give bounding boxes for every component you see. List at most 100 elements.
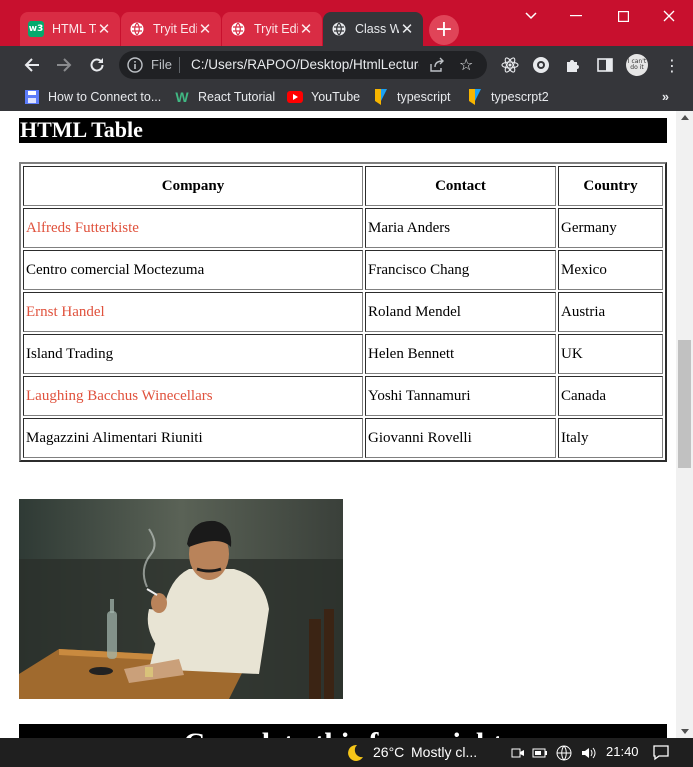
network-globe-icon[interactable]: [556, 745, 572, 761]
moon-weather-icon[interactable]: [345, 743, 365, 766]
bookmark-label: typescript: [397, 90, 451, 104]
address-bar[interactable]: File C:/Users/RAPOO/Desktop/HtmlLecture/…: [119, 51, 487, 79]
minimize-icon[interactable]: [561, 4, 591, 28]
new-tab-button[interactable]: +: [429, 15, 459, 45]
notification-icon[interactable]: [652, 743, 670, 764]
country-cell: Mexico: [558, 250, 663, 290]
close-icon[interactable]: ✕: [197, 20, 213, 38]
w-logo-icon: W: [175, 89, 189, 105]
contact-cell: Francisco Chang: [365, 250, 556, 290]
bookmark-item[interactable]: YouTube: [287, 88, 360, 106]
close-icon[interactable]: ✕: [399, 20, 415, 38]
table-row: Ernst Handel Roland Mendel Austria: [23, 292, 663, 332]
bookmark-flag-icon: [373, 89, 389, 105]
contact-cell: Yoshi Tannamuri: [365, 376, 556, 416]
bookmark-item[interactable]: How to Connect to...: [24, 88, 161, 106]
tab-title: Tryit Editor: [254, 22, 298, 36]
close-window-icon[interactable]: [654, 4, 684, 28]
back-icon[interactable]: [19, 52, 45, 78]
scroll-down-icon[interactable]: [681, 729, 689, 734]
tab-strip: w3 HTML Tables ✕ Tryit Editor ✕ Tryit Ed…: [0, 0, 693, 46]
country-cell: Italy: [558, 418, 663, 458]
country-cell: Austria: [558, 292, 663, 332]
more-bookmarks-icon[interactable]: »: [662, 88, 669, 106]
column-header: Country: [558, 166, 663, 206]
close-icon[interactable]: ✕: [298, 20, 314, 38]
close-icon[interactable]: ✕: [96, 20, 112, 38]
page-heading: HTML Table: [19, 118, 667, 143]
country-cell: UK: [558, 334, 663, 374]
reload-icon[interactable]: [84, 52, 110, 78]
tab-class-work[interactable]: Class Work ✕: [323, 12, 423, 46]
table-row: Laughing Bacchus Winecellars Yoshi Tanna…: [23, 376, 663, 416]
contact-cell: Roland Mendel: [365, 292, 556, 332]
scheme-label: File: [151, 57, 172, 72]
table-row: Magazzini Alimentari Riuniti Giovanni Ro…: [23, 418, 663, 458]
maximize-icon[interactable]: [608, 4, 638, 28]
tab-title: HTML Tables: [52, 22, 96, 36]
bookmark-label: YouTube: [311, 90, 361, 104]
company-cell: Magazzini Alimentari Riuniti: [23, 418, 363, 458]
forward-icon[interactable]: [51, 52, 77, 78]
company-table: Company Contact Country Alfreds Futterki…: [19, 162, 667, 462]
toolbar: File C:/Users/RAPOO/Desktop/HtmlLecture/…: [0, 46, 693, 84]
table-header-row: Company Contact Country: [23, 166, 663, 206]
page-viewport: HTML Table Company Contact Country Alfre…: [0, 111, 693, 738]
form-heading: Complete this form right: [19, 724, 667, 738]
bookmark-item[interactable]: typescript: [373, 88, 451, 106]
company-cell: Centro comercial Moctezuma: [23, 250, 363, 290]
share-icon[interactable]: [429, 57, 445, 77]
globe-icon: [129, 21, 145, 37]
divider: [179, 57, 180, 73]
contact-cell: Helen Bennett: [365, 334, 556, 374]
side-panel-icon[interactable]: [595, 55, 615, 75]
tab-tryit-editor-2[interactable]: Tryit Editor ✕: [222, 12, 322, 46]
extension-circle-icon[interactable]: [531, 55, 551, 75]
vertical-scrollbar[interactable]: [676, 111, 693, 738]
company-cell: Laughing Bacchus Winecellars: [23, 376, 363, 416]
table-row: Alfreds Futterkiste Maria Anders Germany: [23, 208, 663, 248]
url-text[interactable]: C:/Users/RAPOO/Desktop/HtmlLecture/class…: [191, 57, 419, 72]
table-row: Island Trading Helen Bennett UK: [23, 334, 663, 374]
profile-avatar[interactable]: I can't do it: [626, 54, 648, 76]
more-menu-icon[interactable]: ⋮: [662, 55, 682, 75]
clock[interactable]: 21:40: [606, 744, 639, 759]
react-devtools-icon[interactable]: [500, 55, 520, 75]
globe-icon: [331, 21, 347, 37]
company-cell: Ernst Handel: [23, 292, 363, 332]
globe-icon: [230, 21, 246, 37]
scroll-up-icon[interactable]: [681, 115, 689, 120]
bookmark-star-icon[interactable]: ☆: [459, 55, 473, 74]
bookmark-flag-icon: [467, 89, 483, 105]
tab-html-tables[interactable]: w3 HTML Tables ✕: [20, 12, 120, 46]
volume-icon[interactable]: [580, 745, 596, 761]
tab-title: Tryit Editor: [153, 22, 197, 36]
tab-tryit-editor-1[interactable]: Tryit Editor ✕: [121, 12, 221, 46]
temperature[interactable]: 26°C: [373, 744, 404, 760]
portrait-photo: [19, 499, 343, 699]
extensions-puzzle-icon[interactable]: [563, 55, 583, 75]
meet-now-icon[interactable]: [510, 745, 526, 761]
contact-cell: Giovanni Rovelli: [365, 418, 556, 458]
bookmark-label: typescrpt2: [491, 90, 549, 104]
company-cell: Island Trading: [23, 334, 363, 374]
bookmark-item[interactable]: typescrpt2: [467, 88, 549, 106]
bookmarks-bar: How to Connect to... W React Tutorial Yo…: [0, 84, 693, 111]
scroll-thumb[interactable]: [678, 340, 691, 468]
country-cell: Canada: [558, 376, 663, 416]
w3schools-icon: w3: [28, 21, 44, 37]
country-cell: Germany: [558, 208, 663, 248]
table-row: Centro comercial Moctezuma Francisco Cha…: [23, 250, 663, 290]
tab-search-icon[interactable]: [516, 4, 546, 28]
bookmark-label: React Tutorial: [198, 90, 276, 104]
youtube-icon: [287, 89, 303, 105]
company-cell: Alfreds Futterkiste: [23, 208, 363, 248]
tab-title: Class Work: [355, 22, 399, 36]
bookmark-label: How to Connect to...: [48, 90, 162, 104]
taskbar: 26°C Mostly cl... 21:40: [0, 738, 693, 767]
battery-icon[interactable]: [532, 745, 548, 761]
bookmark-item[interactable]: W React Tutorial: [174, 88, 275, 106]
info-icon[interactable]: [127, 57, 143, 77]
column-header: Company: [23, 166, 363, 206]
weather-condition[interactable]: Mostly cl...: [411, 744, 477, 760]
